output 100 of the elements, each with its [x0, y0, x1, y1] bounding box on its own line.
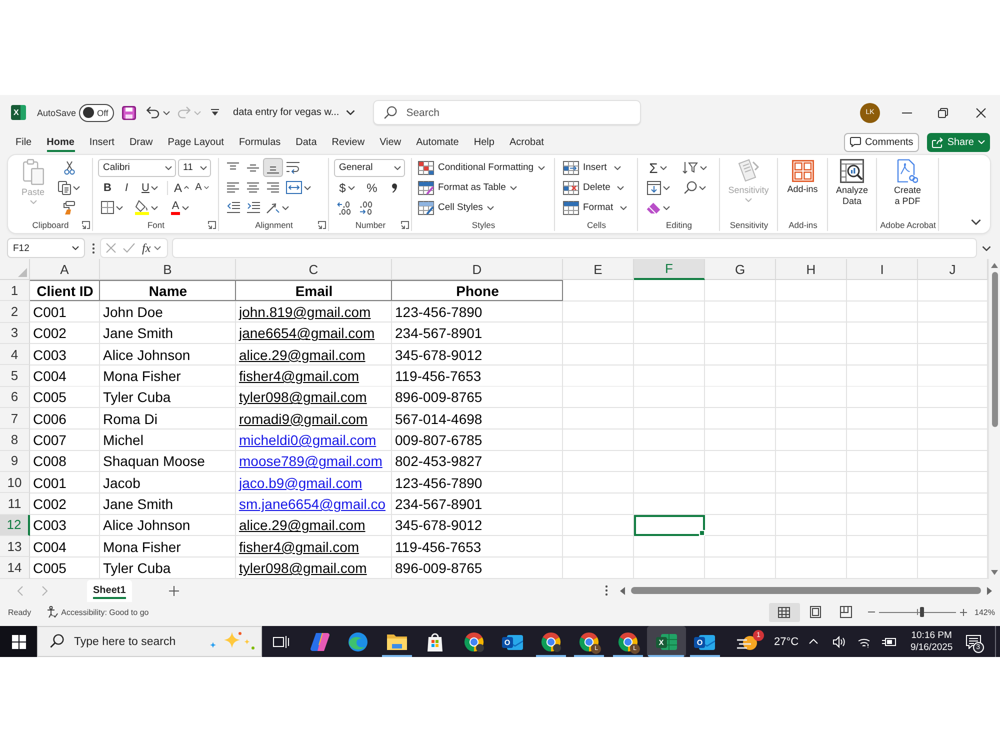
- fill-handle[interactable]: [699, 530, 705, 536]
- scroll-up-icon[interactable]: [991, 263, 998, 268]
- cells-menu-button[interactable]: Delete: [561, 178, 630, 197]
- add-ins-button[interactable]: Add-ins: [780, 158, 824, 195]
- menu-tab[interactable]: View: [372, 131, 409, 153]
- dialog-launcher-icon[interactable]: [318, 220, 326, 228]
- row-header[interactable]: 1: [0, 280, 30, 302]
- font-name-dropdown[interactable]: Calibri: [98, 158, 176, 176]
- column-header[interactable]: H: [776, 259, 847, 280]
- menu-tab[interactable]: Insert: [82, 131, 122, 153]
- share-button[interactable]: Share: [927, 132, 990, 152]
- chevron-up-icon[interactable]: [808, 639, 818, 644]
- active-cell[interactable]: [634, 514, 705, 536]
- email-link[interactable]: tyler098@gmail.com: [236, 557, 392, 579]
- zoom-slider-thumb[interactable]: [920, 607, 924, 617]
- dialog-launcher-icon[interactable]: [401, 220, 409, 228]
- insert-function-button[interactable]: fx: [142, 240, 161, 256]
- email-link[interactable]: micheldi0@gmail.com: [236, 429, 392, 451]
- borders-button[interactable]: [98, 198, 126, 217]
- column-header[interactable]: E: [563, 259, 634, 280]
- bold-button[interactable]: B: [98, 178, 117, 197]
- row-header[interactable]: 3: [0, 322, 30, 344]
- column-header[interactable]: D: [392, 259, 563, 280]
- row-header[interactable]: 11: [0, 493, 30, 515]
- customize-toolbar-icon[interactable]: [211, 109, 220, 116]
- menu-tab[interactable]: Automate: [408, 131, 466, 153]
- dialog-launcher-icon[interactable]: [82, 220, 90, 228]
- document-title[interactable]: data entry for vegas w...: [231, 102, 358, 124]
- font-size-dropdown[interactable]: 11: [178, 158, 211, 176]
- row-header[interactable]: 7: [0, 408, 30, 430]
- taskbar-search-field[interactable]: Type here to search: [37, 626, 262, 657]
- underline-button[interactable]: U: [136, 178, 164, 197]
- minimize-icon[interactable]: [902, 112, 912, 114]
- scroll-down-icon[interactable]: [991, 570, 998, 575]
- battery-icon[interactable]: [882, 636, 896, 646]
- menu-tab[interactable]: File: [8, 131, 40, 153]
- row-header[interactable]: 12: [0, 514, 30, 536]
- styles-menu-button[interactable]: Format as Table: [416, 178, 547, 197]
- plus-icon[interactable]: [168, 586, 179, 596]
- column-header[interactable]: C: [236, 259, 392, 280]
- italic-button[interactable]: I: [117, 178, 136, 197]
- zoom-level[interactable]: 142%: [974, 608, 995, 616]
- scroll-left-icon[interactable]: [620, 586, 625, 594]
- email-link[interactable]: moose789@gmail.com: [236, 450, 392, 472]
- email-link[interactable]: alice.29@gmail.com: [236, 514, 392, 536]
- menu-tab[interactable]: Formulas: [231, 131, 288, 153]
- fill-color-button[interactable]: [132, 198, 161, 217]
- cells-menu-button[interactable]: Format: [561, 198, 630, 217]
- grow-font-button[interactable]: A: [171, 178, 192, 197]
- dialog-launcher-icon[interactable]: [208, 220, 216, 228]
- column-header[interactable]: B: [100, 259, 236, 280]
- number-format-dropdown[interactable]: General: [334, 158, 405, 176]
- column-header[interactable]: G: [705, 259, 776, 280]
- autosum-button[interactable]: Σ: [643, 158, 673, 177]
- analyze-data-button[interactable]: Analyze Data: [832, 158, 872, 207]
- menu-tab[interactable]: Data: [288, 131, 324, 153]
- merge-center-button[interactable]: [283, 178, 314, 197]
- email-link[interactable]: sm.jane6654@gmail.co: [236, 493, 392, 515]
- close-icon[interactable]: [976, 108, 986, 118]
- row-header[interactable]: 13: [0, 536, 30, 558]
- scroll-right-icon[interactable]: [987, 586, 992, 594]
- accessibility-status[interactable]: Accessibility: Good to go: [61, 608, 149, 616]
- row-header[interactable]: 2: [0, 301, 30, 323]
- cells-menu-button[interactable]: Insert: [561, 158, 630, 177]
- formula-input[interactable]: [172, 238, 977, 258]
- row-header[interactable]: 9: [0, 450, 30, 472]
- comments-button[interactable]: Comments: [844, 132, 920, 152]
- email-link[interactable]: jaco.b9@gmail.com: [236, 472, 392, 494]
- zoom-in-icon[interactable]: [960, 608, 967, 616]
- shrink-font-button[interactable]: A: [192, 178, 212, 197]
- column-header[interactable]: J: [918, 259, 988, 280]
- restore-icon[interactable]: [938, 108, 948, 118]
- email-link[interactable]: jane6654@gmail.com: [236, 322, 392, 344]
- row-header[interactable]: 10: [0, 472, 30, 494]
- styles-menu-button[interactable]: Conditional Formatting: [416, 158, 547, 177]
- start-button[interactable]: [0, 626, 37, 657]
- styles-menu-button[interactable]: Cell Styles: [416, 198, 547, 217]
- row-header[interactable]: 8: [0, 429, 30, 451]
- name-box[interactable]: F12: [7, 238, 85, 258]
- speaker-icon[interactable]: [832, 636, 845, 648]
- kebab-icon[interactable]: [605, 585, 608, 596]
- collapse-ribbon-icon[interactable]: [971, 219, 981, 225]
- scrollbar-thumb[interactable]: [992, 272, 998, 427]
- column-header[interactable]: I: [847, 259, 918, 280]
- font-color-button[interactable]: A: [167, 198, 193, 217]
- menu-tab[interactable]: Review: [324, 131, 372, 153]
- clock-time[interactable]: 10:16 PM: [911, 630, 952, 641]
- clock-date[interactable]: 9/16/2025: [910, 642, 953, 653]
- row-header[interactable]: 5: [0, 365, 30, 387]
- menu-tab[interactable]: Help: [466, 131, 502, 153]
- row-header[interactable]: 6: [0, 386, 30, 408]
- sheet-tab[interactable]: Sheet1: [87, 580, 132, 602]
- menu-tab[interactable]: Acrobat: [502, 131, 552, 153]
- menu-tab[interactable]: Page Layout: [160, 131, 232, 153]
- email-link[interactable]: john.819@gmail.com: [236, 301, 392, 323]
- column-header[interactable]: A: [30, 259, 100, 280]
- row-header[interactable]: 14: [0, 557, 30, 579]
- autosave-toggle[interactable]: Off: [79, 104, 114, 122]
- expand-formula-bar-icon[interactable]: [982, 246, 991, 250]
- menu-tab[interactable]: Draw: [122, 131, 160, 153]
